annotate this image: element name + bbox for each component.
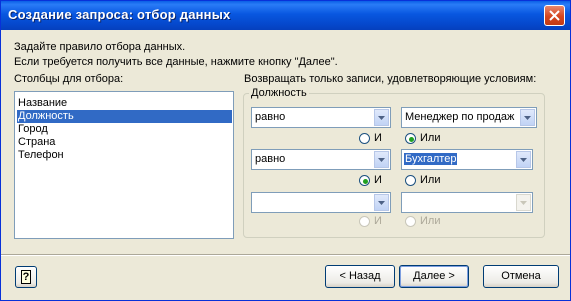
chevron-down-icon xyxy=(524,116,531,120)
close-icon xyxy=(549,10,560,21)
cancel-button[interactable]: Отмена xyxy=(483,265,559,288)
back-button[interactable]: < Назад xyxy=(325,265,395,288)
window-title: Создание запроса: отбор данных xyxy=(8,7,231,22)
close-button[interactable] xyxy=(544,5,565,26)
operator-dropdown-button-3[interactable] xyxy=(374,194,389,211)
chevron-down-icon xyxy=(378,116,385,120)
value-text-1: Менеджер по продаж xyxy=(405,111,515,123)
chevron-down-icon xyxy=(520,158,527,162)
value-combo-3 xyxy=(401,192,533,213)
value-dropdown-button-3 xyxy=(516,194,531,211)
query-wizard-dialog: Создание запроса: отбор данных Задайте п… xyxy=(0,0,571,301)
list-item-column[interactable]: Страна xyxy=(17,136,232,149)
operator-dropdown-button-1[interactable] xyxy=(374,109,389,126)
columns-listbox[interactable]: Название Должность Город Страна Телефон xyxy=(14,91,234,239)
value-text-2: Бухгалтер xyxy=(404,153,458,165)
intro-text-line1: Задайте правило отбора данных. xyxy=(14,41,186,53)
value-combo-2[interactable]: Бухгалтер xyxy=(401,149,533,170)
chevron-down-icon xyxy=(378,158,385,162)
help-button[interactable]: ? xyxy=(15,266,37,288)
bottom-separator xyxy=(1,254,570,256)
chevron-down-icon xyxy=(378,201,385,205)
value-dropdown-button-1[interactable] xyxy=(520,109,535,126)
value-combo-1[interactable]: Менеджер по продаж xyxy=(401,107,537,128)
next-button[interactable]: Далее > xyxy=(399,265,469,288)
operator-dropdown-button-2[interactable] xyxy=(374,151,389,168)
conditions-label: Возвращать только записи, удовлетворяющи… xyxy=(244,73,537,85)
list-item-column[interactable]: Телефон xyxy=(17,149,232,162)
operator-combo-2[interactable]: равно xyxy=(251,149,391,170)
list-item-column[interactable]: Название xyxy=(17,97,232,110)
operator-combo-3[interactable] xyxy=(251,192,391,213)
list-item-column[interactable]: Город xyxy=(17,123,232,136)
help-icon: ? xyxy=(21,270,31,284)
operator-combo-1[interactable]: равно xyxy=(251,107,391,128)
chevron-down-icon xyxy=(520,201,527,205)
list-item-column-selected[interactable]: Должность xyxy=(17,110,232,123)
title-bar[interactable]: Создание запроса: отбор данных xyxy=(1,1,570,30)
intro-text-line2: Если требуется получить все данные, нажм… xyxy=(14,56,338,68)
value-dropdown-button-2[interactable] xyxy=(516,151,531,168)
conditions-group-title: Должность xyxy=(249,87,309,99)
operator-value-2: равно xyxy=(255,153,286,165)
columns-label: Столбцы для отбора: xyxy=(14,73,124,85)
operator-value-1: равно xyxy=(255,111,286,123)
